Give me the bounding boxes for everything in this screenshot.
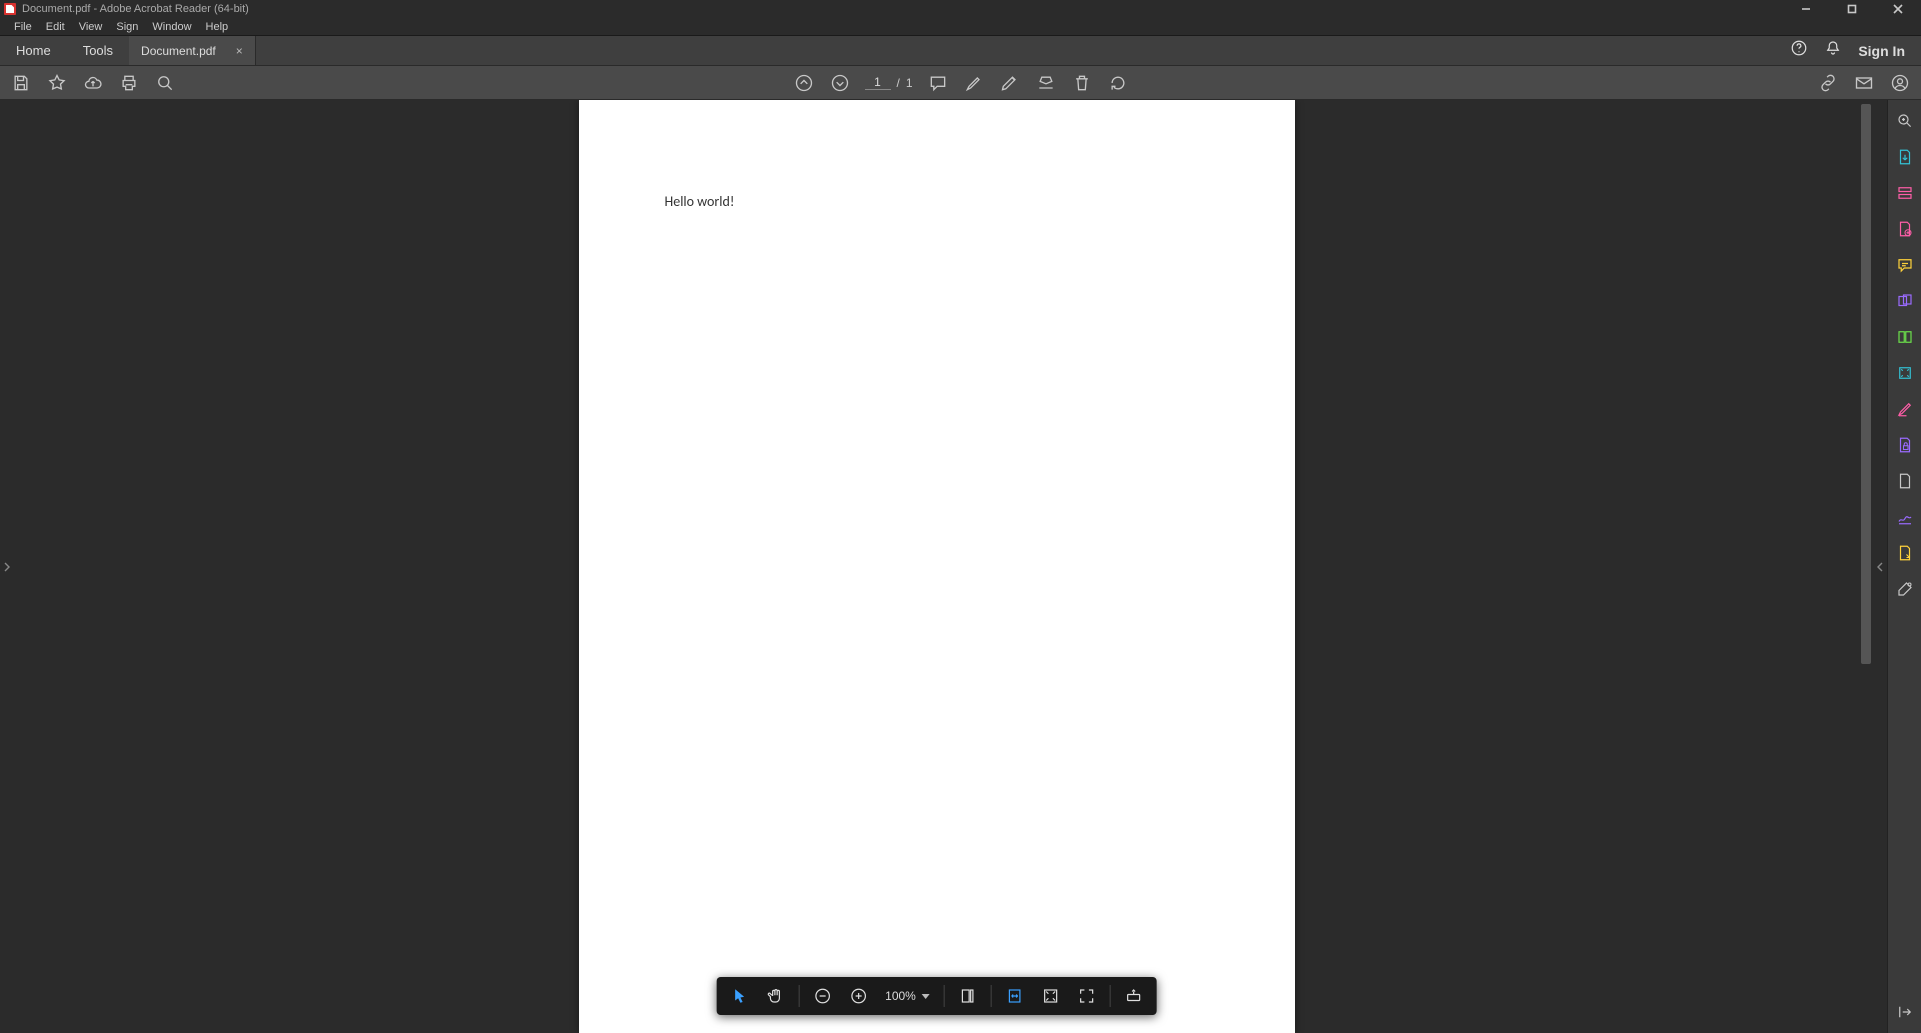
app-icon — [4, 3, 16, 15]
save-icon[interactable] — [10, 72, 32, 94]
request-signatures-icon[interactable] — [1894, 506, 1916, 528]
page-indicator: / 1 — [864, 75, 912, 90]
edit-pdf-icon[interactable] — [1894, 182, 1916, 204]
rotate-icon[interactable] — [1107, 72, 1129, 94]
print-icon[interactable] — [118, 72, 140, 94]
draw-icon[interactable] — [999, 72, 1021, 94]
page-current-input[interactable] — [864, 75, 890, 90]
left-panel-toggle[interactable] — [0, 100, 14, 1033]
scrollbar-thumb[interactable] — [1861, 104, 1871, 664]
comment-icon[interactable] — [927, 72, 949, 94]
protect-pdf-icon[interactable] — [1894, 434, 1916, 456]
floating-toolbar: 100% — [716, 977, 1157, 1015]
page-total: 1 — [906, 76, 913, 90]
tab-tools[interactable]: Tools — [67, 36, 129, 65]
convert-pdf-icon[interactable] — [1894, 542, 1916, 564]
search-icon[interactable] — [154, 72, 176, 94]
page-up-icon[interactable] — [792, 72, 814, 94]
zoom-dropdown[interactable]: 100% — [881, 989, 934, 1003]
email-icon[interactable] — [1853, 72, 1875, 94]
compress-pdf-icon[interactable] — [1894, 362, 1916, 384]
tab-document-label: Document.pdf — [141, 44, 216, 58]
right-sidebar — [1887, 100, 1921, 1033]
page-sep: / — [896, 76, 899, 90]
zoom-in-icon[interactable] — [845, 983, 871, 1009]
hand-tool-icon[interactable] — [762, 983, 788, 1009]
menu-sign[interactable]: Sign — [110, 19, 144, 35]
comment-tool-icon[interactable] — [1894, 254, 1916, 276]
signin-button[interactable]: Sign In — [1858, 43, 1905, 59]
stamp-icon[interactable] — [1035, 72, 1057, 94]
zoom-value: 100% — [885, 989, 916, 1003]
tab-close-icon[interactable]: × — [236, 44, 243, 58]
fullscreen-icon[interactable] — [1074, 983, 1100, 1009]
document-page: Hello world! — [579, 100, 1295, 1033]
page-text: Hello world! — [579, 100, 1295, 303]
link-icon[interactable] — [1817, 72, 1839, 94]
sidebar-search-icon[interactable] — [1894, 110, 1916, 132]
menubar: File Edit View Sign Window Help — [0, 18, 1921, 36]
window-title: Document.pdf - Adobe Acrobat Reader (64-… — [22, 3, 249, 15]
menu-edit[interactable]: Edit — [40, 19, 71, 35]
main-area: Hello world! 100% — [0, 100, 1921, 1033]
more-tools-icon[interactable] — [1894, 578, 1916, 600]
tab-document[interactable]: Document.pdf × — [129, 36, 256, 65]
maximize-button[interactable] — [1829, 0, 1875, 18]
fit-screen-icon[interactable] — [1038, 983, 1064, 1009]
select-tool-icon[interactable] — [726, 983, 752, 1009]
create-pdf-icon[interactable] — [1894, 218, 1916, 240]
vertical-scrollbar[interactable] — [1859, 100, 1873, 1033]
cloud-upload-icon[interactable] — [82, 72, 104, 94]
help-icon[interactable] — [1790, 39, 1808, 62]
redact-icon[interactable] — [1894, 398, 1916, 420]
document-viewport[interactable]: Hello world! 100% — [14, 100, 1859, 1033]
account-icon[interactable] — [1889, 72, 1911, 94]
right-panel-toggle[interactable] — [1873, 100, 1887, 1033]
minimize-button[interactable] — [1783, 0, 1829, 18]
fit-width-icon[interactable] — [1002, 983, 1028, 1009]
bell-icon[interactable] — [1824, 39, 1842, 62]
menu-view[interactable]: View — [73, 19, 109, 35]
highlight-icon[interactable] — [963, 72, 985, 94]
export-pdf-icon[interactable] — [1894, 146, 1916, 168]
collapse-sidebar-icon[interactable] — [1894, 1001, 1916, 1023]
caret-down-icon — [922, 994, 930, 999]
toolbar: / 1 — [0, 66, 1921, 100]
menu-window[interactable]: Window — [146, 19, 197, 35]
star-icon[interactable] — [46, 72, 68, 94]
zoom-out-icon[interactable] — [809, 983, 835, 1009]
menu-file[interactable]: File — [8, 19, 38, 35]
close-button[interactable] — [1875, 0, 1921, 18]
menu-help[interactable]: Help — [200, 19, 235, 35]
read-mode-icon[interactable] — [1121, 983, 1147, 1009]
organize-pages-icon[interactable] — [1894, 326, 1916, 348]
titlebar: Document.pdf - Adobe Acrobat Reader (64-… — [0, 0, 1921, 18]
delete-icon[interactable] — [1071, 72, 1093, 94]
fill-sign-icon[interactable] — [1894, 470, 1916, 492]
page-down-icon[interactable] — [828, 72, 850, 94]
tab-home[interactable]: Home — [0, 36, 67, 65]
combine-files-icon[interactable] — [1894, 290, 1916, 312]
tabbar: Home Tools Document.pdf × Sign In — [0, 36, 1921, 66]
fit-page-icon[interactable] — [955, 983, 981, 1009]
